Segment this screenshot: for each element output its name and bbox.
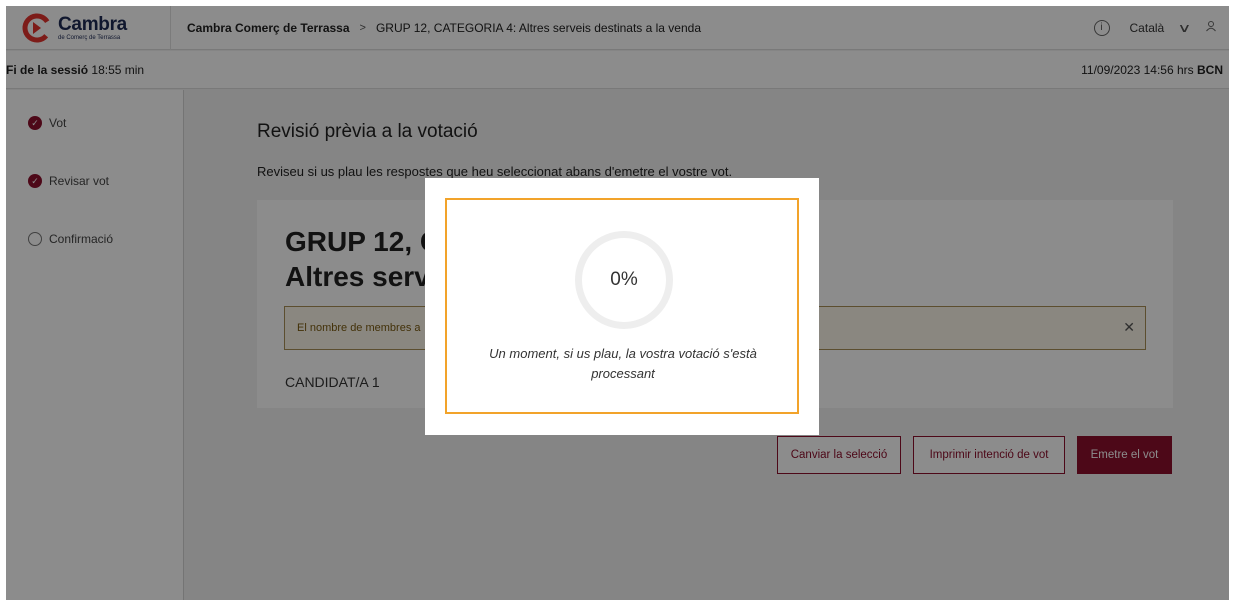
processing-modal: 0% Un moment, si us plau, la vostra vota… bbox=[425, 178, 819, 435]
modal-content: 0% Un moment, si us plau, la vostra vota… bbox=[445, 198, 799, 414]
progress-value: 0% bbox=[610, 269, 638, 290]
progress-ring: 0% bbox=[575, 231, 673, 329]
processing-message: Un moment, si us plau, la vostra votació… bbox=[489, 346, 757, 381]
app-frame: Cambra de Comerç de Terrassa Cambra Come… bbox=[6, 6, 1229, 600]
